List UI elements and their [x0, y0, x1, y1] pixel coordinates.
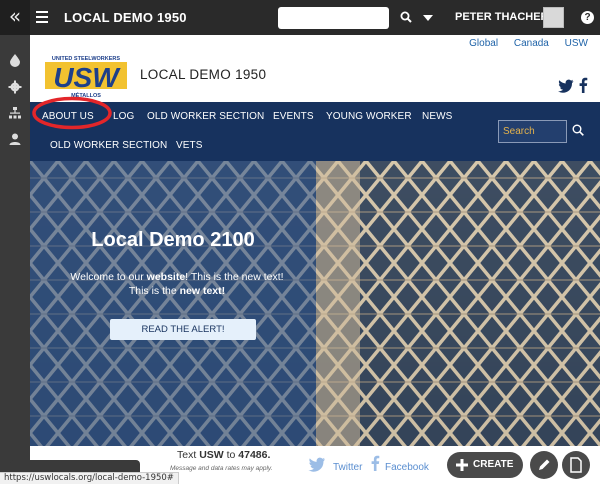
status-bar-url: https://uswlocals.org/local-demo-1950# [0, 472, 179, 484]
sitemap-icon[interactable] [8, 106, 22, 120]
hero-overlay [30, 161, 316, 446]
sms-disclaimer: Message and data rates may apply. [170, 465, 273, 472]
site-name[interactable]: LOCAL DEMO 1950 [64, 10, 187, 25]
annotation-circle [32, 96, 112, 130]
read-alert-button[interactable]: READ THE ALERT! [110, 319, 256, 340]
nav-old-worker-section[interactable]: OLD WORKER SECTION [147, 111, 264, 122]
drop-icon[interactable] [8, 53, 22, 67]
avatar[interactable] [543, 7, 564, 28]
logo-text: USW [53, 62, 121, 93]
help-icon[interactable]: ? [581, 11, 594, 24]
edit-button[interactable] [530, 451, 558, 479]
facebook-link[interactable]: Facebook [385, 462, 429, 473]
document-icon [570, 457, 582, 473]
social-links [557, 77, 588, 98]
chevron-down-icon[interactable] [423, 15, 433, 21]
link-usw[interactable]: USW [565, 38, 588, 49]
site-page: Global Canada USW UNITED STEELWORKERS US… [30, 35, 600, 484]
nav-vets[interactable]: VETS [176, 140, 203, 151]
top-links: Global Canada USW [456, 38, 588, 49]
admin-toolbar: « LOCAL DEMO 1950 PETER THACHER ? [0, 0, 600, 35]
hamburger-menu-icon[interactable] [36, 11, 48, 23]
twitter-icon[interactable] [557, 79, 574, 93]
search-icon[interactable] [400, 11, 412, 23]
hero-banner: Local Demo 2100 Welcome to our website! … [30, 161, 600, 446]
plus-icon [456, 459, 468, 471]
facebook-icon[interactable] [370, 454, 380, 472]
facebook-icon[interactable] [578, 77, 588, 93]
nav-young-worker[interactable]: YOUNG WORKER [326, 111, 412, 122]
hero-intro: Welcome to our website! This is the new … [70, 271, 284, 297]
main-navigation: ABOUT US LOG OLD WORKER SECTION EVENTS Y… [30, 102, 600, 161]
link-canada[interactable]: Canada [514, 38, 549, 49]
user-name[interactable]: PETER THACHER [455, 11, 549, 23]
twitter-link[interactable]: Twitter [333, 462, 362, 473]
search-placeholder: Search [503, 126, 535, 137]
create-button[interactable]: CREATE [447, 452, 523, 478]
page-button[interactable] [562, 451, 590, 479]
nav-log[interactable]: LOG [113, 111, 134, 122]
gear-icon[interactable] [8, 80, 22, 94]
page-title: LOCAL DEMO 1950 [140, 67, 267, 82]
nav-events[interactable]: EVENTS [273, 111, 314, 122]
nav-old-worker-section-2[interactable]: OLD WORKER SECTION [50, 140, 167, 151]
search-icon[interactable] [572, 124, 584, 136]
admin-search-input[interactable] [278, 7, 389, 29]
pencil-icon [539, 459, 550, 470]
user-icon[interactable] [8, 132, 22, 146]
hero-heading: Local Demo 2100 [91, 229, 255, 251]
collapse-sidebar-icon[interactable]: « [0, 0, 30, 35]
link-global[interactable]: Global [469, 38, 498, 49]
twitter-icon[interactable] [308, 457, 326, 472]
nav-search-input[interactable]: Search [498, 120, 567, 143]
left-rail [0, 35, 30, 484]
create-label: CREATE [473, 459, 514, 470]
sms-signup-text: Text USW to 47486. [177, 449, 271, 461]
nav-news[interactable]: NEWS [422, 111, 452, 122]
